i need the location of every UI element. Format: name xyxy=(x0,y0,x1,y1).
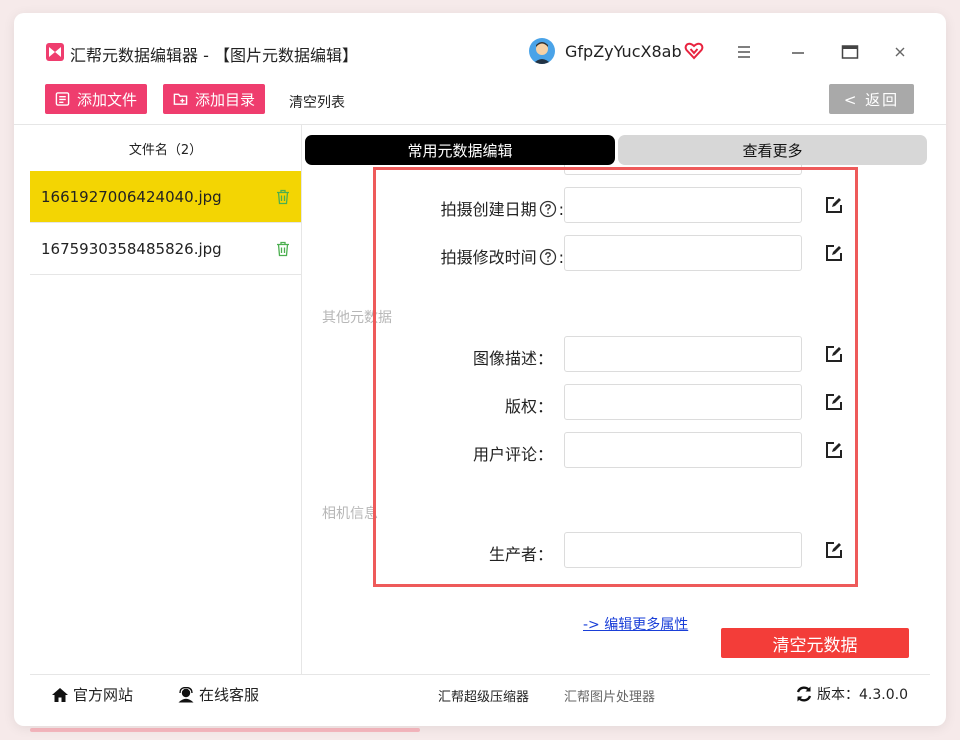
version-info[interactable]: 版本：4.3.0.0 xyxy=(795,684,908,704)
file-name: 1675930358485826.jpg xyxy=(41,239,222,258)
add-directory-button[interactable]: 添加目录 xyxy=(163,84,265,114)
image-processor-link[interactable]: 汇帮图片处理器 xyxy=(564,686,655,705)
edit-icon[interactable] xyxy=(825,244,843,266)
file-list-header: 文件名（2） xyxy=(128,142,203,158)
vip-heart-icon[interactable] xyxy=(684,41,704,65)
footer-divider xyxy=(30,674,930,675)
edit-more-attributes-link[interactable]: -> 编辑更多属性 xyxy=(583,614,688,634)
support-agent-icon xyxy=(178,686,194,702)
trash-icon[interactable] xyxy=(276,241,290,257)
minimize-icon[interactable] xyxy=(784,39,812,65)
edit-icon[interactable] xyxy=(825,541,843,563)
online-support-link[interactable]: 在线客服 xyxy=(177,684,259,705)
image-description-label: 图像描述： xyxy=(472,349,553,368)
user-comment-label: 用户评论： xyxy=(472,445,553,464)
shoot-create-date-label: 拍摄创建日期: xyxy=(440,200,564,219)
file-name: 1661927006424040.jpg xyxy=(41,187,222,206)
copyright-input[interactable] xyxy=(564,384,802,420)
copyright-label: 版权： xyxy=(504,397,553,416)
clear-metadata-button[interactable]: 清空元数据 xyxy=(721,628,909,658)
trash-icon[interactable] xyxy=(276,189,290,205)
app-window: 汇帮元数据编辑器 - 【图片元数据编辑】 GfpZyYucX8ab 添加文件 添… xyxy=(14,13,946,726)
clear-list-button[interactable]: 清空列表 xyxy=(289,92,345,112)
edit-icon[interactable] xyxy=(825,196,843,218)
file-list-item[interactable]: 1661927006424040.jpg xyxy=(30,171,301,223)
home-icon xyxy=(52,687,68,702)
other-metadata-section: 其他元数据 xyxy=(322,310,392,326)
highlight-box xyxy=(373,167,858,587)
username[interactable]: GfpZyYucX8ab xyxy=(565,42,682,61)
menu-icon[interactable] xyxy=(730,39,758,65)
help-icon[interactable] xyxy=(539,200,557,218)
shoot-create-date-text: 拍摄创建日期 xyxy=(440,200,537,219)
edit-icon[interactable] xyxy=(825,441,843,463)
edit-icon[interactable] xyxy=(825,345,843,367)
help-icon[interactable] xyxy=(539,248,557,266)
maximize-icon[interactable] xyxy=(836,39,864,65)
official-website-link[interactable]: 官方网站 xyxy=(51,684,133,705)
add-directory-label: 添加目录 xyxy=(194,90,255,109)
official-website-label: 官方网站 xyxy=(73,686,134,704)
app-logo-icon xyxy=(46,43,64,61)
title-bar: 汇帮元数据编辑器 - 【图片元数据编辑】 GfpZyYucX8ab xyxy=(14,13,946,91)
shoot-modify-time-text: 拍摄修改时间 xyxy=(440,248,537,267)
tab-common-metadata[interactable]: 常用元数据编辑 xyxy=(305,135,615,165)
image-description-input[interactable] xyxy=(564,336,802,372)
background-progress-bar xyxy=(30,728,420,732)
file-list-item[interactable]: 1675930358485826.jpg xyxy=(30,223,301,275)
file-list-icon xyxy=(55,92,70,106)
version-label: 版本：4.3.0.0 xyxy=(817,687,908,703)
refresh-icon xyxy=(796,686,812,702)
close-icon[interactable] xyxy=(886,39,914,65)
edit-icon[interactable] xyxy=(825,393,843,415)
user-avatar[interactable] xyxy=(529,38,555,64)
online-support-label: 在线客服 xyxy=(199,686,260,704)
producer-input[interactable] xyxy=(564,532,802,568)
back-button[interactable]: < 返回 xyxy=(829,84,914,114)
add-file-label: 添加文件 xyxy=(76,90,137,109)
app-title: 汇帮元数据编辑器 - 【图片元数据编辑】 xyxy=(70,46,358,65)
user-comment-input[interactable] xyxy=(564,432,802,468)
camera-info-section: 相机信息 xyxy=(322,506,378,522)
producer-label: 生产者： xyxy=(488,545,553,564)
shoot-create-date-input[interactable] xyxy=(564,187,802,223)
tab-view-more[interactable]: 查看更多 xyxy=(618,135,927,165)
scrolled-input-partial[interactable] xyxy=(564,165,802,175)
super-compressor-link[interactable]: 汇帮超级压缩器 xyxy=(438,686,529,705)
shoot-modify-time-input[interactable] xyxy=(564,235,802,271)
folder-add-icon xyxy=(173,93,188,105)
add-file-button[interactable]: 添加文件 xyxy=(45,84,147,114)
shoot-modify-time-label: 拍摄修改时间: xyxy=(440,248,564,267)
file-list-panel: 文件名（2） 1661927006424040.jpg 167593035848… xyxy=(30,125,302,675)
